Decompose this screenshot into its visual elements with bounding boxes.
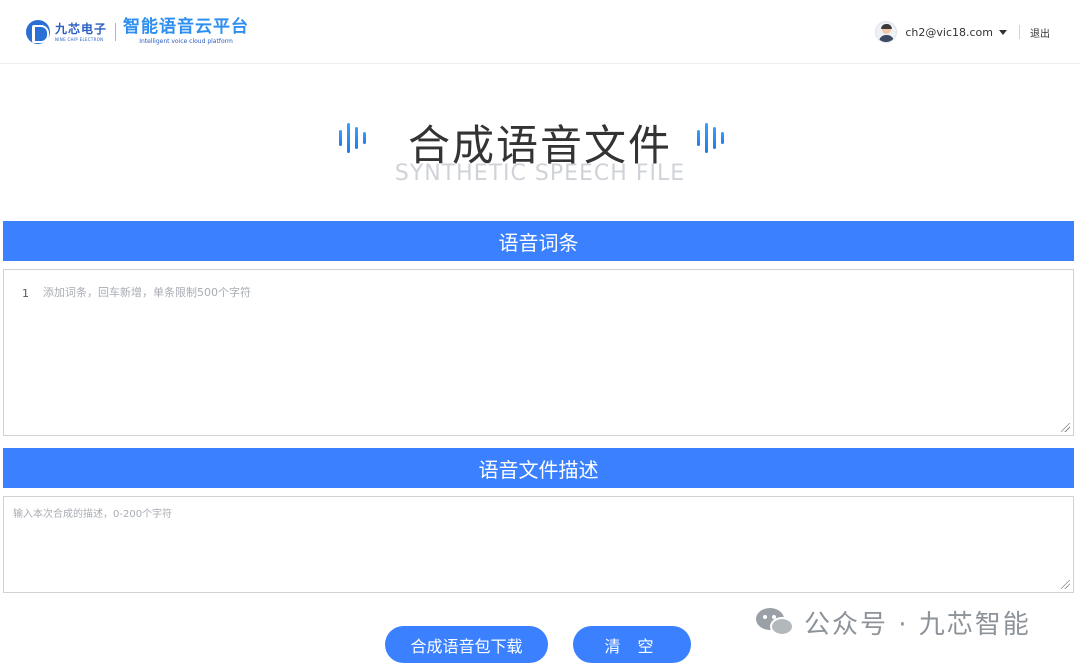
- watermark: 公众号 · 九芯智能: [756, 602, 1031, 642]
- brand-company: 九芯电子 NINE CHIP ELECTRON: [55, 23, 107, 42]
- user-divider: [1019, 25, 1020, 39]
- company-name: 九芯电子: [55, 21, 108, 36]
- clear-button[interactable]: 清 空: [573, 626, 691, 663]
- description-textarea[interactable]: 输入本次合成的描述，0-200个字符: [3, 496, 1074, 593]
- platform-sub: Intelligent voice cloud platform: [139, 38, 233, 45]
- top-header: 九芯电子 NINE CHIP ELECTRON 智能语音云平台 Intellig…: [0, 0, 1080, 64]
- user-email-menu[interactable]: ch2@vic18.com: [905, 26, 993, 39]
- description-placeholder: 输入本次合成的描述，0-200个字符: [13, 509, 173, 520]
- nine-chip-logo-icon: [26, 20, 50, 44]
- caret-down-icon[interactable]: [999, 29, 1007, 35]
- page-subtitle: SYNTHETIC SPEECH FILE: [394, 161, 686, 186]
- entries-textarea[interactable]: 1 添加词条，回车新增，单条限制500个字符: [3, 269, 1074, 436]
- user-avatar-icon[interactable]: [875, 21, 898, 43]
- resize-handle-icon[interactable]: [1061, 423, 1070, 432]
- entries-placeholder: 添加词条，回车新增，单条限制500个字符: [43, 286, 251, 299]
- line-number: 1: [22, 287, 29, 300]
- page: 九芯电子 NINE CHIP ELECTRON 智能语音云平台 Intellig…: [0, 0, 1080, 663]
- resize-handle-icon[interactable]: [1061, 580, 1070, 589]
- brand-divider: [115, 23, 117, 41]
- wechat-icon: [756, 606, 798, 638]
- company-sub: NINE CHIP ELECTRON: [55, 36, 104, 42]
- brand-platform: 智能语音云平台 Intelligent voice cloud platform: [123, 19, 249, 45]
- watermark-text: 公众号 · 九芯智能: [804, 609, 1031, 640]
- user-area: ch2@vic18.com 退出: [875, 20, 1050, 44]
- brand-logo[interactable]: 九芯电子 NINE CHIP ELECTRON 智能语音云平台 Intellig…: [26, 16, 249, 48]
- platform-name: 智能语音云平台: [123, 17, 250, 37]
- sound-wave-icon: [697, 121, 724, 155]
- page-title-block: 合成语音文件 SYNTHETIC SPEECH FILE: [0, 108, 1080, 192]
- logout-link[interactable]: 退出: [1030, 25, 1050, 40]
- entries-section-header: 语音词条: [3, 221, 1074, 261]
- synthesize-download-button[interactable]: 合成语音包下载: [385, 626, 548, 663]
- description-section-header: 语音文件描述: [3, 448, 1074, 488]
